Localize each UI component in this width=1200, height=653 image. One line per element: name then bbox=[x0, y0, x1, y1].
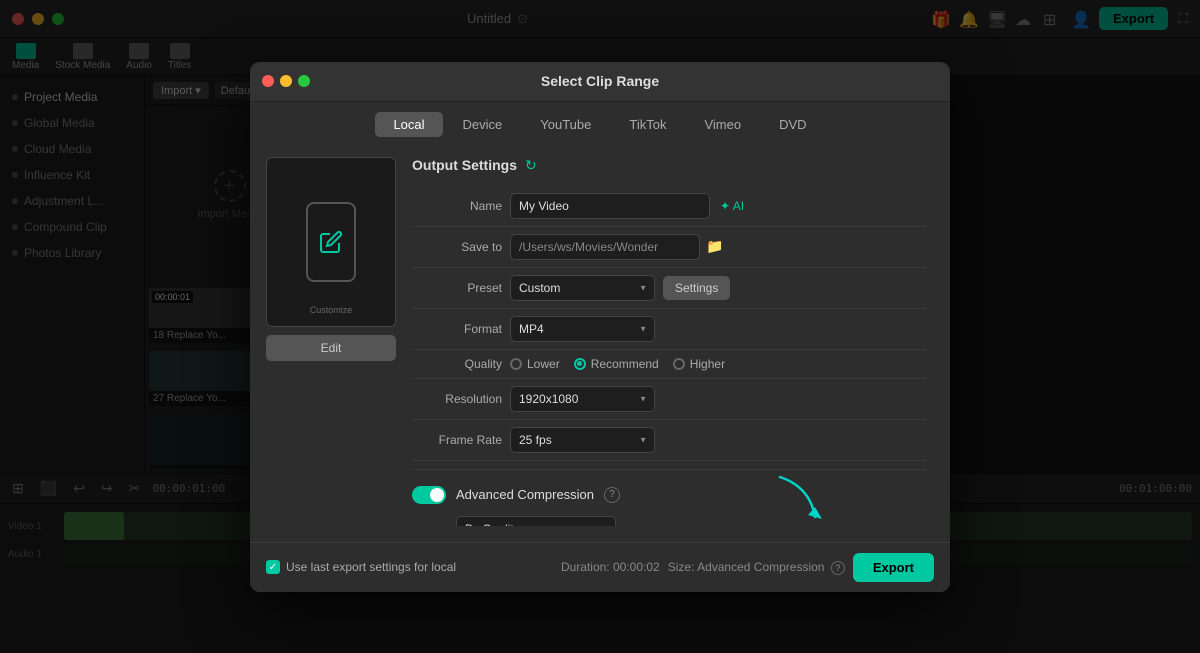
by-quality-select-wrapper: By Quality bbox=[456, 516, 926, 526]
save-to-field-value: 📁 bbox=[510, 234, 926, 260]
resolution-field-row: Resolution 1920x1080 bbox=[412, 379, 926, 420]
size-help-icon[interactable]: ? bbox=[831, 561, 845, 575]
quality-higher[interactable]: Higher bbox=[673, 357, 725, 371]
frame-rate-select-wrapper: 25 fps bbox=[510, 427, 655, 453]
dialog-title: Select Clip Range bbox=[541, 73, 659, 89]
resolution-field-value: 1920x1080 bbox=[510, 386, 926, 412]
tab-vimeo[interactable]: Vimeo bbox=[686, 112, 759, 137]
frame-rate-field-value: 25 fps bbox=[510, 427, 926, 453]
quality-field-row: Quality Lower Recommend bbox=[412, 350, 926, 379]
refresh-icon[interactable]: ↻ bbox=[525, 157, 537, 174]
size-label: Size: bbox=[668, 560, 695, 574]
ai-icon[interactable]: ✦ AI bbox=[720, 199, 744, 213]
by-quality-select[interactable]: By Quality bbox=[456, 516, 616, 526]
clip-thumbnail: Customize bbox=[266, 157, 396, 327]
folder-browse-button[interactable]: 📁 bbox=[706, 238, 723, 255]
export-button[interactable]: Export bbox=[853, 553, 934, 582]
quality-recommend-label: Recommend bbox=[591, 357, 659, 371]
format-field-value: MP4 bbox=[510, 316, 926, 342]
size-value: Advanced Compression bbox=[697, 560, 824, 574]
frame-rate-select[interactable]: 25 fps bbox=[510, 427, 655, 453]
radio-dot-higher bbox=[673, 358, 685, 370]
duration-text: Duration: 00:00:02 bbox=[561, 560, 660, 574]
format-field-row: Format MP4 bbox=[412, 309, 926, 350]
preset-label: Preset bbox=[412, 281, 502, 295]
duration-value: 00:00:02 bbox=[613, 560, 660, 574]
format-select-wrapper: MP4 bbox=[510, 316, 655, 342]
name-field-row: Name ✦ AI bbox=[412, 186, 926, 227]
quality-label: Quality bbox=[412, 357, 502, 371]
save-to-label: Save to bbox=[412, 240, 502, 254]
quality-lower-label: Lower bbox=[527, 357, 560, 371]
preset-settings-button[interactable]: Settings bbox=[663, 276, 730, 300]
preset-select-wrapper: Custom bbox=[510, 275, 655, 301]
select-clip-range-dialog: Select Clip Range Local Device YouTube T… bbox=[250, 62, 950, 592]
resolution-label: Resolution bbox=[412, 392, 502, 406]
clip-preview-pane: Customize Edit bbox=[266, 157, 396, 526]
dialog-footer: Use last export settings for local Durat… bbox=[250, 542, 950, 592]
save-to-field-row: Save to 📁 bbox=[412, 227, 926, 268]
advanced-compression-row: Advanced Compression ? bbox=[412, 478, 926, 512]
format-select[interactable]: MP4 bbox=[510, 316, 655, 342]
dialog-title-bar: Select Clip Range bbox=[250, 62, 950, 102]
advanced-compression-label: Advanced Compression bbox=[456, 487, 594, 502]
preset-field-row: Preset Custom Settings bbox=[412, 268, 926, 309]
output-settings-pane: Output Settings ↻ Name ✦ AI Save to bbox=[412, 157, 934, 526]
tab-device[interactable]: Device bbox=[445, 112, 521, 137]
tab-youtube[interactable]: YouTube bbox=[522, 112, 609, 137]
dialog-overlay: Select Clip Range Local Device YouTube T… bbox=[0, 0, 1200, 653]
tab-tiktok[interactable]: TikTok bbox=[611, 112, 684, 137]
settings-header: Output Settings ↻ bbox=[412, 157, 934, 174]
tab-local[interactable]: Local bbox=[375, 112, 442, 137]
preset-select[interactable]: Custom bbox=[510, 275, 655, 301]
checkbox-area: Use last export settings for local bbox=[266, 560, 456, 574]
advanced-help-icon[interactable]: ? bbox=[604, 487, 620, 503]
dialog-body: Customize Edit Output Settings ↻ Name bbox=[250, 145, 950, 542]
clip-phone-graphic bbox=[306, 202, 356, 282]
radio-dot-recommend bbox=[574, 358, 586, 370]
save-to-input[interactable] bbox=[510, 234, 700, 260]
name-label: Name bbox=[412, 199, 502, 213]
format-label: Format bbox=[412, 322, 502, 336]
dialog-close-btn[interactable] bbox=[262, 75, 274, 87]
last-export-checkbox[interactable] bbox=[266, 560, 280, 574]
dialog-minimize-btn[interactable] bbox=[280, 75, 292, 87]
radio-dot-lower bbox=[510, 358, 522, 370]
quality-lower[interactable]: Lower bbox=[510, 357, 560, 371]
preset-field-value: Custom Settings bbox=[510, 275, 926, 301]
quality-higher-label: Higher bbox=[690, 357, 725, 371]
divider bbox=[412, 469, 926, 470]
frame-rate-field-row: Frame Rate 25 fps bbox=[412, 420, 926, 461]
dialog-zoom-btn[interactable] bbox=[298, 75, 310, 87]
quality-recommend[interactable]: Recommend bbox=[574, 357, 659, 371]
dialog-tabs: Local Device YouTube TikTok Vimeo DVD bbox=[250, 102, 950, 145]
name-field-value: ✦ AI bbox=[510, 193, 926, 219]
quality-field-value: Lower Recommend Higher bbox=[510, 357, 926, 371]
settings-scroll[interactable]: Name ✦ AI Save to 📁 bbox=[412, 186, 934, 526]
size-text: Size: Advanced Compression ? bbox=[668, 560, 845, 575]
frame-rate-label: Frame Rate bbox=[412, 433, 502, 447]
tab-dvd[interactable]: DVD bbox=[761, 112, 824, 137]
advanced-compression-toggle[interactable] bbox=[412, 486, 446, 504]
compression-dropdowns: By Quality 80% bbox=[412, 512, 926, 526]
output-settings-title: Output Settings bbox=[412, 157, 517, 173]
resolution-select[interactable]: 1920x1080 bbox=[510, 386, 655, 412]
duration-label: Duration: bbox=[561, 560, 610, 574]
footer-info: Duration: 00:00:02 Size: Advanced Compre… bbox=[561, 553, 934, 582]
checkbox-label: Use last export settings for local bbox=[286, 560, 456, 574]
clip-edit-button[interactable]: Edit bbox=[266, 335, 396, 361]
edit-svg-icon bbox=[319, 230, 343, 254]
resolution-select-wrapper: 1920x1080 bbox=[510, 386, 655, 412]
dialog-traffic-lights bbox=[262, 75, 310, 87]
name-input[interactable] bbox=[510, 193, 710, 219]
